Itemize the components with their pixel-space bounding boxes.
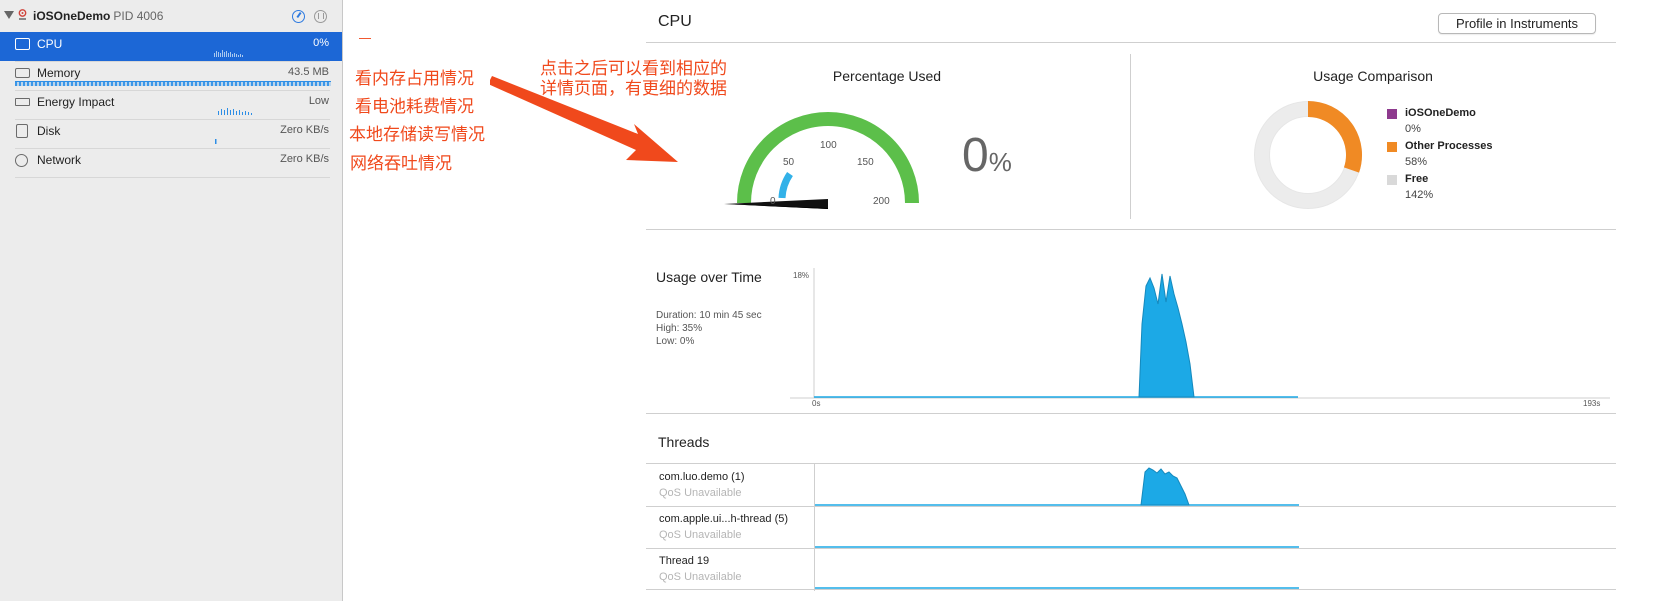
cpu-percentage-unit: % [988, 147, 1012, 177]
legend-name: iOSOneDemo [1405, 107, 1476, 119]
usage-comparison-title: Usage Comparison [1313, 68, 1433, 84]
section-divider [646, 413, 1616, 414]
pause-icon[interactable] [314, 10, 327, 23]
gauge-value: Low [308, 95, 329, 107]
memory-icon [15, 68, 30, 78]
cpu-percentage-value: 0% [962, 128, 1012, 183]
disclosure-triangle-icon[interactable] [4, 11, 14, 19]
usage-duration: Duration: 10 min 45 sec [656, 310, 762, 321]
gauge-disk[interactable]: Disk Zero KB/s [0, 119, 342, 148]
usage-high: High: 35% [656, 323, 703, 334]
battery-icon [15, 98, 30, 106]
gauge-energy-impact[interactable]: Energy Impact Low [0, 90, 342, 119]
gauge-label: Disk [37, 124, 61, 138]
gauge-network[interactable]: Network Zero KB/s [0, 148, 342, 177]
thread-qos: QoS Unavailable [659, 487, 742, 499]
usage-over-time-chart [790, 268, 1610, 399]
legend-swatch [1387, 109, 1397, 119]
legend-value: 58% [1405, 156, 1428, 168]
cpu-percentage-number: 0 [962, 129, 989, 182]
gauge-value: 43.5 MB [288, 66, 329, 78]
thread-name: Thread 19 [659, 555, 710, 567]
thread-name: com.luo.demo (1) [659, 471, 745, 483]
cpu-gauge-dial [724, 112, 919, 209]
thread-usage-chart [815, 467, 1299, 506]
annotation-memory: 看内存占用情况 [355, 69, 474, 88]
gauge-cpu[interactable]: CPU 0% [0, 32, 342, 61]
annotation-energy: 看电池耗费情况 [355, 97, 474, 116]
gauge-label: Energy Impact [37, 95, 115, 109]
legend-swatch [1387, 142, 1397, 152]
percentage-used-title: Percentage Used [832, 68, 942, 84]
process-name-text: iOSOneDemo [33, 9, 111, 23]
gauge-label: CPU [37, 37, 63, 51]
debug-navigator-sidebar: iOSOneDemo PID 4006 CPU 0% Memory 43.5 MB [0, 0, 343, 601]
gauge-value: Zero KB/s [280, 124, 329, 136]
energy-sparkline [218, 108, 252, 115]
gauge-label: Network [37, 153, 82, 167]
section-divider [646, 229, 1616, 230]
cpu-icon [15, 38, 30, 50]
app-icon [18, 9, 27, 20]
row-divider [646, 589, 1616, 590]
legend-name: Other Processes [1405, 140, 1493, 152]
profile-in-instruments-button[interactable]: Profile in Instruments [1438, 13, 1596, 34]
section-divider [1130, 54, 1131, 219]
gauge-tick-label: 200 [873, 196, 890, 207]
gauge-tick-label: 0 [770, 196, 776, 207]
thread-name: com.apple.ui...h-thread (5) [659, 513, 789, 525]
header-divider [646, 42, 1616, 43]
usage-over-time-title: Usage over Time [656, 269, 762, 285]
usage-low: Low: 0% [656, 336, 695, 347]
memory-sparkline [15, 81, 331, 86]
gauge-tick-label: 50 [783, 157, 795, 168]
thread-qos: QoS Unavailable [659, 529, 742, 541]
gauge-tick-label: 100 [820, 140, 837, 151]
annotation-network: 网络吞吐情况 [350, 154, 452, 173]
thread-usage-chart [815, 587, 1299, 589]
gauge-label: Memory [37, 66, 81, 80]
cpu-sparkline [214, 50, 243, 57]
legend-value: 0% [1405, 123, 1421, 135]
thread-usage-chart [815, 546, 1299, 548]
legend-value: 142% [1405, 189, 1434, 201]
thread-qos: QoS Unavailable [659, 571, 742, 583]
process-name: iOSOneDemo PID 4006 [33, 9, 163, 23]
gauge-value: Zero KB/s [280, 153, 329, 165]
annotation-disk: 本地存储读写情况 [349, 125, 485, 144]
globe-icon [15, 154, 28, 167]
gauge-value: 0% [313, 37, 329, 49]
threads-title: Threads [658, 434, 710, 450]
usage-comparison-donut [1254, 101, 1362, 209]
process-pid: PID 4006 [113, 9, 164, 23]
tiny-annotation-mark: ▬▬▬▬ [359, 36, 371, 40]
legend-name: Free [1405, 173, 1429, 185]
disk-icon [16, 124, 28, 138]
process-header[interactable]: iOSOneDemo PID 4006 [0, 0, 342, 32]
debug-gauges-icon[interactable] [292, 10, 305, 23]
disk-sparkline [215, 139, 217, 144]
gauge-memory[interactable]: Memory 43.5 MB [0, 61, 342, 90]
page-title: CPU [658, 13, 692, 30]
gauge-tick-label: 150 [857, 157, 874, 168]
row-divider [15, 177, 330, 178]
legend-swatch [1387, 175, 1397, 185]
annotation-arrow-icon [490, 76, 678, 162]
